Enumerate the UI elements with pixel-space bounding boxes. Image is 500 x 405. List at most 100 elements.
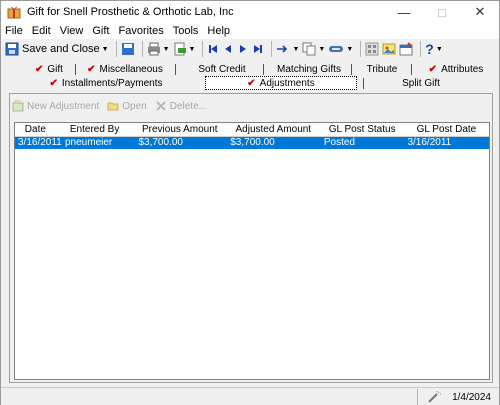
toolbar: Save and Close ▼ ▼ ▼ ▼ ▼ ▼ ? ▼ [1, 39, 499, 59]
column-header-previous-amount[interactable]: Previous Amount [134, 123, 227, 136]
properties-icon [399, 42, 413, 56]
column-header-date[interactable]: Date [15, 123, 56, 136]
adjustments-grid: Date Entered By Previous Amount Adjusted… [14, 122, 490, 380]
check-icon: ✔ [35, 63, 44, 75]
toolbar-separator [202, 41, 204, 57]
previous-record-button[interactable] [222, 40, 234, 58]
goto-icon [277, 45, 288, 53]
properties-button[interactable] [399, 40, 413, 58]
menu-view[interactable]: View [60, 25, 84, 37]
gallery-button[interactable] [365, 40, 379, 58]
tab-matching-gifts[interactable]: Matching Gifts [271, 62, 347, 76]
status-date: 1/4/2024 [452, 391, 491, 403]
title-bar: Gift for Snell Prosthetic & Orthotic Lab… [1, 1, 499, 23]
adjustments-panel: New Adjustment Open Delete... Date Enter… [9, 93, 493, 383]
image-button[interactable] [382, 40, 396, 58]
new-adjustment-button[interactable]: New Adjustment [12, 100, 99, 112]
previous-record-icon [225, 45, 232, 53]
copy-icon [302, 42, 316, 56]
menu-favorites[interactable]: Favorites [118, 25, 163, 37]
app-icon [7, 6, 21, 19]
next-record-icon [240, 45, 247, 53]
cell-adjusted-amount: $3,700.00 [230, 137, 275, 148]
column-header-gl-post-date[interactable]: GL Post Date [404, 123, 489, 136]
copy-button[interactable]: ▼ [302, 40, 325, 58]
check-icon: ✔ [49, 77, 58, 89]
column-header-gl-post-status[interactable]: GL Post Status [321, 123, 404, 136]
cell-previous-amount: $3,700.00 [138, 137, 183, 148]
open-folder-icon [107, 102, 119, 111]
save-button[interactable] [121, 40, 135, 58]
tab-installments-payments[interactable]: ✔ Installments/Payments [41, 76, 171, 90]
last-record-icon [254, 45, 263, 53]
goto-button[interactable]: ▼ [276, 40, 299, 58]
toolbar-separator [141, 41, 143, 57]
column-header-adjusted-amount[interactable]: Adjusted Amount [226, 123, 320, 136]
open-button[interactable]: Open [107, 100, 147, 112]
toolbar-separator [271, 41, 273, 57]
help-button[interactable]: ? ▼ [425, 40, 443, 58]
grid-header: Date Entered By Previous Amount Adjusted… [15, 123, 489, 137]
menu-tools[interactable]: Tools [173, 25, 199, 37]
window-title: Gift for Snell Prosthetic & Orthotic Lab… [27, 6, 234, 18]
menu-help[interactable]: Help [207, 25, 230, 37]
last-record-button[interactable] [252, 40, 264, 58]
help-icon: ? [425, 41, 434, 57]
menu-file[interactable]: File [5, 25, 23, 37]
tab-divider [351, 64, 352, 75]
tab-divider [263, 64, 264, 75]
link-icon [329, 46, 344, 52]
first-record-button[interactable] [207, 40, 219, 58]
tab-attributes[interactable]: ✔ Attributes [421, 62, 491, 76]
tab-gift[interactable]: ✔ Gift [29, 62, 69, 76]
gallery-icon [365, 42, 379, 56]
cell-date: 3/16/2011 [18, 137, 62, 148]
print-icon [147, 42, 160, 56]
delete-button[interactable]: Delete... [155, 100, 207, 112]
cell-gl-post-date: 3/16/2011 [407, 137, 452, 148]
menu-edit[interactable]: Edit [32, 25, 51, 37]
wand-icon [428, 391, 442, 403]
tab-divider [411, 64, 412, 75]
save-icon [121, 43, 134, 55]
menu-gift[interactable]: Gift [92, 25, 109, 37]
check-icon: ✔ [247, 77, 256, 89]
tab-split-gift[interactable]: Split Gift [381, 76, 461, 90]
first-record-icon [209, 45, 218, 53]
status-bar: 1/4/2024 [1, 387, 499, 405]
column-header-entered-by[interactable]: Entered By [56, 123, 134, 136]
delete-icon [156, 101, 166, 111]
toolbar-separator [420, 41, 422, 57]
maximize-button[interactable]: □ [423, 1, 461, 23]
next-record-button[interactable] [237, 40, 249, 58]
adjustments-toolbar: New Adjustment Open Delete... [12, 97, 490, 115]
export-button[interactable]: ▼ [173, 40, 195, 58]
chevron-down-icon[interactable]: ▼ [102, 46, 109, 53]
tab-adjustments[interactable]: ✔ Adjustments [205, 76, 357, 90]
tab-tribute[interactable]: Tribute [357, 62, 407, 76]
export-icon [174, 42, 186, 56]
new-adjustment-icon [12, 100, 24, 112]
print-button[interactable]: ▼ [147, 40, 170, 58]
tab-divider [75, 64, 76, 75]
toolbar-separator [115, 41, 117, 57]
tab-divider [363, 78, 364, 89]
minimize-button[interactable]: — [385, 1, 423, 23]
status-date-pane: 1/4/2024 [417, 389, 491, 405]
cell-gl-post-status: Posted [323, 137, 355, 148]
check-icon: ✔ [428, 63, 438, 75]
tab-soft-credit[interactable]: Soft Credit [187, 62, 257, 76]
tab-divider [175, 64, 176, 75]
close-button[interactable]: ✕ [461, 1, 499, 23]
tab-strip: ✔ Gift ✔ Miscellaneous Soft Credit Match… [1, 59, 499, 91]
link-button[interactable]: ▼ [328, 40, 353, 58]
save-close-icon [5, 42, 19, 56]
save-and-close-button[interactable]: Save and Close ▼ [5, 40, 109, 58]
gift-window: Gift for Snell Prosthetic & Orthotic Lab… [0, 0, 500, 405]
cell-entered-by: pneumeier [65, 137, 113, 148]
tab-miscellaneous[interactable]: ✔ Miscellaneous [85, 62, 165, 76]
table-row[interactable]: 3/16/2011 pneumeier $3,700.00 $3,700.00 … [15, 137, 489, 149]
toolbar-separator [360, 41, 362, 57]
menu-bar: File Edit View Gift Favorites Tools Help [1, 23, 499, 39]
image-icon [382, 43, 396, 55]
